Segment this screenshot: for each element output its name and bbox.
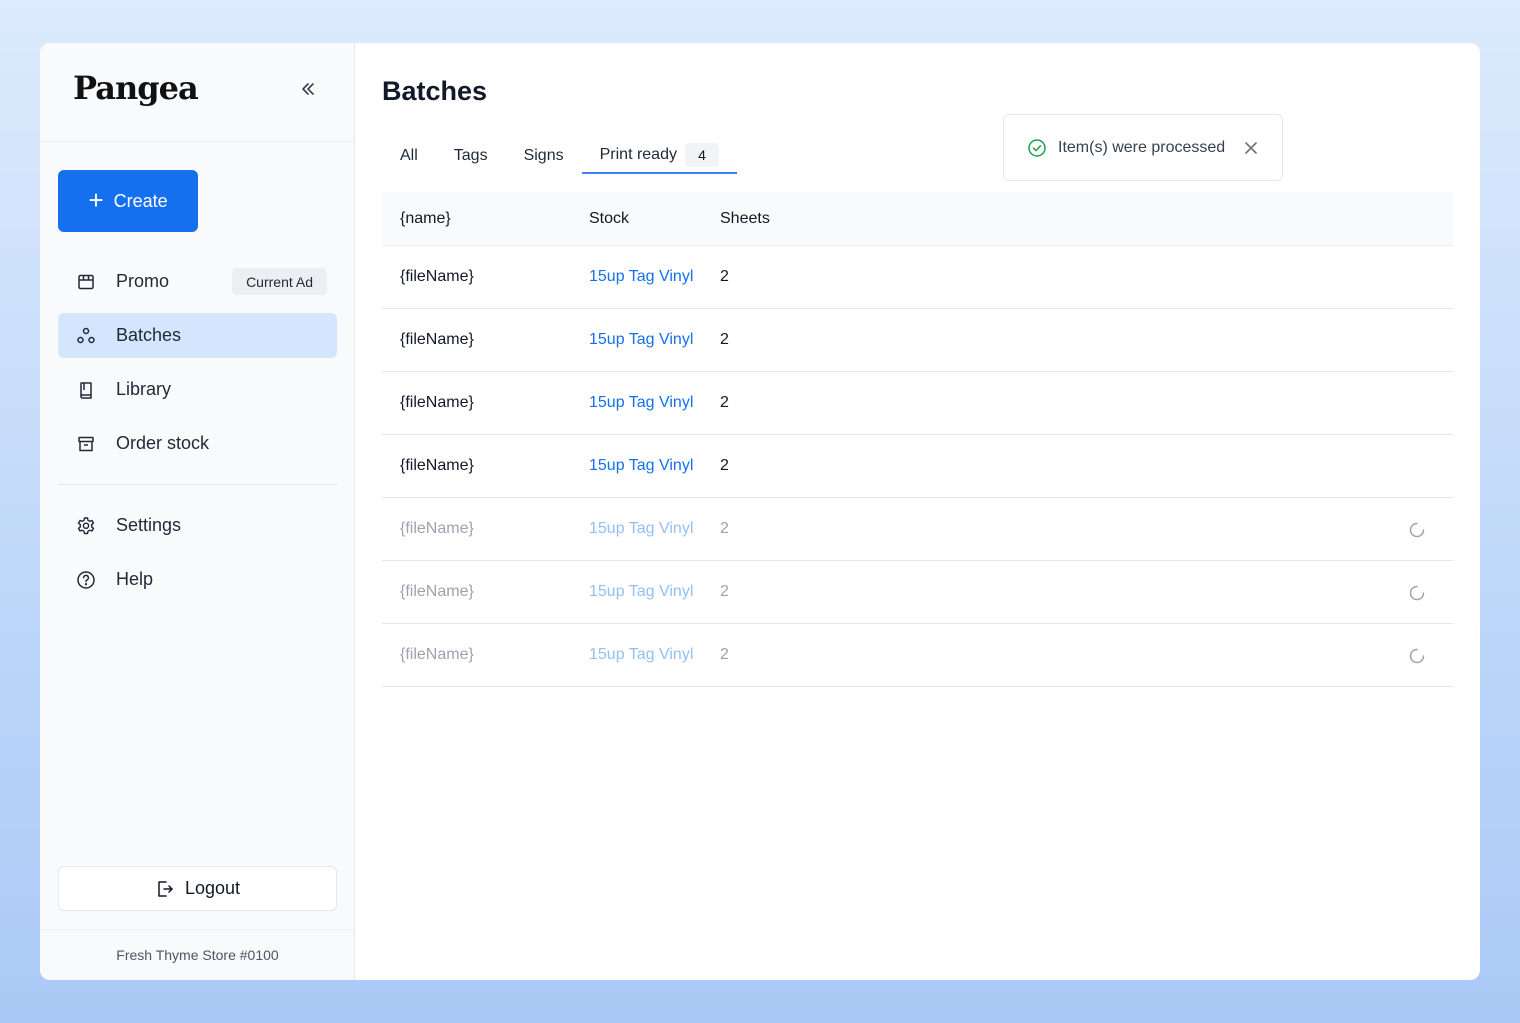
create-button[interactable]: + Create <box>58 170 198 232</box>
sidebar-item-order-stock[interactable]: Order stock <box>58 421 337 466</box>
tab-count-badge: 4 <box>684 143 719 167</box>
plus-icon: + <box>88 184 104 215</box>
app-window: Pangea + Create Promo Current Ad Batches <box>40 43 1480 980</box>
sidebar-item-label: Batches <box>116 325 182 345</box>
table-row[interactable]: {fileName} 15up Tag Vinyl 2 <box>382 309 1453 372</box>
book-icon <box>76 380 96 400</box>
tab-all[interactable]: All <box>382 138 436 174</box>
sidebar: Pangea + Create Promo Current Ad Batches <box>40 43 355 980</box>
storefront-icon <box>76 272 96 292</box>
row-file-name: {fileName} <box>400 268 474 285</box>
table-row[interactable]: {fileName} 15up Tag Vinyl 2 <box>382 624 1453 687</box>
toast-message: Item(s) were processed <box>1058 138 1226 156</box>
table-header: {name} Stock Sheets <box>382 192 1453 246</box>
sidebar-nav: Promo Current Ad Batches Library Order s… <box>58 259 337 611</box>
main-content: Batches All Tags Signs Print ready 4 {na… <box>355 43 1480 980</box>
gear-icon <box>76 516 96 536</box>
row-sheets: 2 <box>720 520 729 537</box>
logo-row: Pangea <box>40 43 354 142</box>
logout-icon <box>158 880 173 897</box>
loading-spinner-icon <box>1409 648 1425 664</box>
row-sheets: 2 <box>720 268 729 285</box>
nav-divider <box>58 484 337 485</box>
batches-table: {name} Stock Sheets {fileName} 15up Tag V… <box>382 192 1453 687</box>
table-body: {fileName} 15up Tag Vinyl 2 {fileName} 15up … <box>382 246 1453 687</box>
sidebar-item-label: Help <box>116 569 154 589</box>
check-circle-icon <box>1028 138 1046 157</box>
row-sheets: 2 <box>720 646 729 663</box>
row-sheets: 2 <box>720 394 729 411</box>
row-file-name: {fileName} <box>400 520 474 537</box>
sidebar-item-batches[interactable]: Batches <box>58 313 337 358</box>
logout-label: Logout <box>184 878 241 898</box>
sidebar-item-label: Order stock <box>116 433 210 453</box>
sidebar-item-label: Promo <box>116 271 170 291</box>
row-file-name: {fileName} <box>400 394 474 411</box>
sidebar-item-promo[interactable]: Promo Current Ad <box>58 259 337 304</box>
archive-icon <box>76 434 96 454</box>
row-stock-link[interactable]: 15up Tag Vinyl <box>589 520 720 538</box>
row-sheets: 2 <box>720 331 729 348</box>
table-row[interactable]: {fileName} 15up Tag Vinyl 2 <box>382 372 1453 435</box>
brand-logo[interactable]: Pangea <box>73 69 199 107</box>
loading-spinner-icon <box>1409 522 1425 538</box>
column-header-name[interactable]: {name} <box>382 210 589 228</box>
row-stock-link[interactable]: 15up Tag Vinyl <box>589 457 720 475</box>
table-row[interactable]: {fileName} 15up Tag Vinyl 2 <box>382 435 1453 498</box>
sidebar-item-label: Library <box>116 379 172 399</box>
batches-icon <box>76 326 96 346</box>
column-header-stock[interactable]: Stock <box>589 210 720 228</box>
help-icon <box>76 570 96 590</box>
row-stock-link[interactable]: 15up Tag Vinyl <box>589 331 720 349</box>
tab-tags[interactable]: Tags <box>436 138 506 174</box>
table-row[interactable]: {fileName} 15up Tag Vinyl 2 <box>382 561 1453 624</box>
sidebar-item-settings[interactable]: Settings <box>58 503 337 548</box>
row-file-name: {fileName} <box>400 331 474 348</box>
sidebar-item-help[interactable]: Help <box>58 557 337 602</box>
row-sheets: 2 <box>720 457 729 474</box>
tab-print-ready[interactable]: Print ready 4 <box>581 138 737 174</box>
row-stock-link[interactable]: 15up Tag Vinyl <box>589 583 720 601</box>
toast-close-button[interactable] <box>1244 141 1258 155</box>
tab-signs[interactable]: Signs <box>506 138 582 174</box>
page-title: Batches <box>382 76 488 106</box>
current-ad-badge: Current Ad <box>232 268 327 295</box>
row-sheets: 2 <box>720 583 729 600</box>
tab-label: Print ready <box>599 146 677 163</box>
close-icon <box>1245 141 1257 154</box>
loading-spinner-icon <box>1409 585 1425 601</box>
store-name: Fresh Thyme Store #0100 <box>40 929 355 980</box>
row-stock-link[interactable]: 15up Tag Vinyl <box>589 394 720 412</box>
sidebar-item-label: Settings <box>116 515 182 535</box>
row-file-name: {fileName} <box>400 583 474 600</box>
row-file-name: {fileName} <box>400 457 474 474</box>
create-button-label: Create <box>113 190 168 211</box>
tab-bar: All Tags Signs Print ready 4 <box>382 138 737 174</box>
row-stock-link[interactable]: 15up Tag Vinyl <box>589 646 720 664</box>
sidebar-item-library[interactable]: Library <box>58 367 337 412</box>
success-toast: Item(s) were processed <box>1003 114 1283 181</box>
chevrons-left-icon <box>302 83 314 95</box>
row-file-name: {fileName} <box>400 646 474 663</box>
row-stock-link[interactable]: 15up Tag Vinyl <box>589 268 720 286</box>
logout-button[interactable]: Logout <box>58 866 337 911</box>
column-header-sheets[interactable]: Sheets <box>720 210 820 228</box>
table-row[interactable]: {fileName} 15up Tag Vinyl 2 <box>382 498 1453 561</box>
table-row[interactable]: {fileName} 15up Tag Vinyl 2 <box>382 246 1453 309</box>
collapse-sidebar-button[interactable] <box>296 77 320 101</box>
